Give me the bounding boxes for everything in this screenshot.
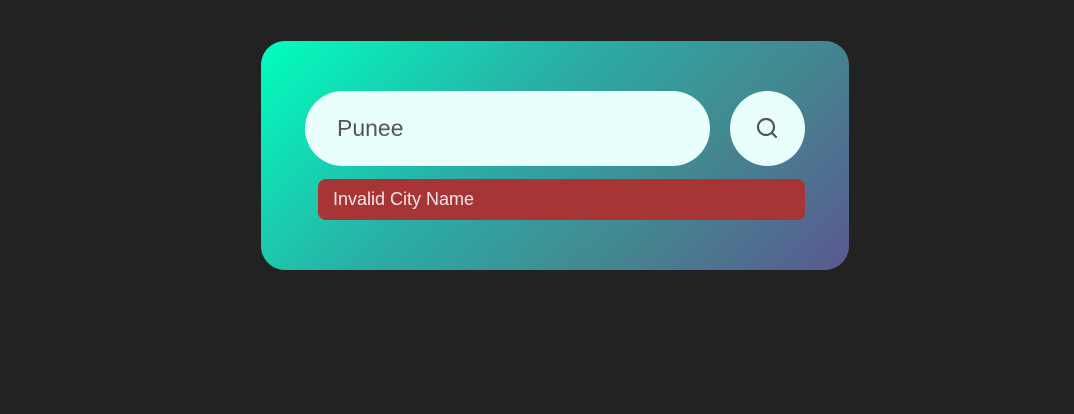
search-button[interactable] [730,91,805,166]
search-icon [756,117,777,138]
error-message-text: Invalid City Name [333,189,475,209]
weather-search-card: Punee Invalid City Name [261,41,849,270]
city-search-input[interactable]: Punee [305,91,710,166]
city-search-value: Punee [337,115,404,141]
error-message-banner: Invalid City Name [318,179,805,220]
